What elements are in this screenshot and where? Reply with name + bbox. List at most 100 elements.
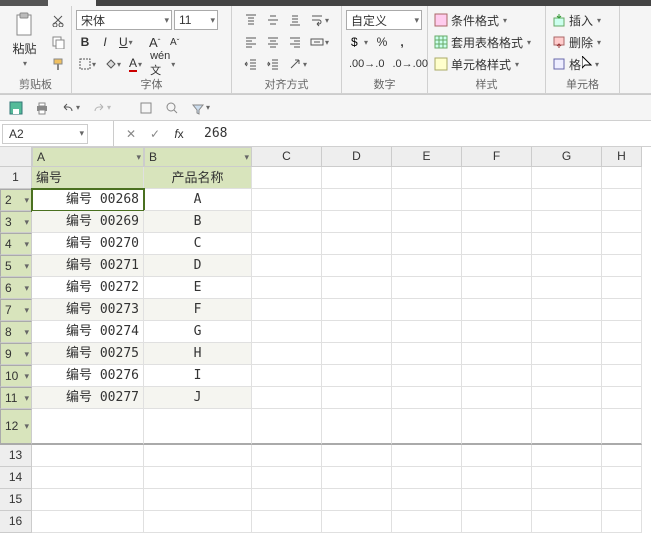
row-header[interactable]: 14 — [0, 467, 32, 489]
cell[interactable] — [322, 409, 392, 445]
cell[interactable]: 编号 00268 — [32, 189, 144, 211]
row-header[interactable]: 13 — [0, 445, 32, 467]
font-name-select[interactable]: 宋体 — [76, 10, 172, 30]
cell[interactable] — [532, 233, 602, 255]
cell[interactable] — [532, 365, 602, 387]
cell[interactable] — [602, 167, 642, 189]
increase-indent-button[interactable] — [263, 54, 283, 74]
cell[interactable] — [252, 467, 322, 489]
cell[interactable] — [532, 511, 602, 533]
cell[interactable] — [602, 255, 642, 277]
cell[interactable] — [392, 189, 462, 211]
cell[interactable]: A — [144, 189, 252, 211]
cell[interactable] — [462, 167, 532, 189]
cell[interactable] — [602, 189, 642, 211]
cell[interactable] — [462, 233, 532, 255]
cell[interactable] — [462, 277, 532, 299]
cell[interactable]: 编号 00274 — [32, 321, 144, 343]
cell[interactable] — [532, 211, 602, 233]
row-header[interactable]: 7 — [0, 299, 32, 321]
cell[interactable] — [462, 489, 532, 511]
cell[interactable] — [532, 277, 602, 299]
insert-cells-button[interactable]: 插入▾ — [550, 10, 603, 30]
cell[interactable]: D — [144, 255, 252, 277]
cell[interactable] — [392, 211, 462, 233]
cell[interactable] — [322, 277, 392, 299]
cell[interactable] — [602, 299, 642, 321]
cell[interactable] — [144, 409, 252, 445]
cell[interactable] — [532, 167, 602, 189]
comma-button[interactable]: , — [393, 32, 411, 52]
cell[interactable] — [392, 321, 462, 343]
cell[interactable] — [392, 299, 462, 321]
cell[interactable] — [462, 211, 532, 233]
cell[interactable] — [532, 321, 602, 343]
cell[interactable]: 编号 00276 — [32, 365, 144, 387]
cell[interactable]: C — [144, 233, 252, 255]
cell[interactable]: 编号 — [32, 167, 144, 189]
cell[interactable] — [32, 489, 144, 511]
redo-button[interactable]: ▾ — [89, 98, 114, 118]
bold-button[interactable]: B — [76, 32, 94, 52]
cell[interactable] — [322, 255, 392, 277]
cell[interactable]: B — [144, 211, 252, 233]
cell[interactable] — [392, 445, 462, 467]
row-header[interactable]: 5 — [0, 255, 32, 277]
align-right-button[interactable] — [285, 32, 305, 52]
name-box[interactable]: A2 — [2, 124, 88, 144]
cell[interactable] — [322, 489, 392, 511]
cell[interactable] — [392, 365, 462, 387]
cell[interactable] — [392, 233, 462, 255]
decrease-indent-button[interactable] — [241, 54, 261, 74]
cell[interactable] — [602, 467, 642, 489]
cell[interactable] — [144, 489, 252, 511]
qat-btn-2[interactable] — [162, 98, 182, 118]
cell[interactable] — [462, 255, 532, 277]
cell[interactable] — [322, 343, 392, 365]
print-button[interactable] — [32, 98, 52, 118]
cell[interactable] — [392, 167, 462, 189]
cell[interactable] — [602, 445, 642, 467]
cell[interactable]: 编号 00270 — [32, 233, 144, 255]
row-header[interactable]: 6 — [0, 277, 32, 299]
cell[interactable] — [532, 189, 602, 211]
format-cells-button[interactable]: 格▾ — [550, 54, 601, 74]
cell[interactable] — [322, 233, 392, 255]
paste-button[interactable]: 粘贴▾ — [4, 10, 46, 70]
cell[interactable] — [32, 445, 144, 467]
cell[interactable] — [602, 409, 642, 445]
cut-button[interactable] — [48, 10, 68, 30]
cell[interactable] — [252, 167, 322, 189]
cell[interactable] — [322, 189, 392, 211]
cell[interactable] — [322, 387, 392, 409]
cell[interactable] — [252, 365, 322, 387]
cell[interactable] — [252, 387, 322, 409]
cancel-formula-button[interactable]: ✕ — [120, 124, 142, 144]
cell[interactable] — [322, 511, 392, 533]
cell[interactable]: 编号 00275 — [32, 343, 144, 365]
cell[interactable] — [532, 445, 602, 467]
cell[interactable] — [392, 277, 462, 299]
wrap-text-button[interactable]: ▾ — [307, 10, 332, 30]
row-header[interactable]: 15 — [0, 489, 32, 511]
cell[interactable]: 编号 00272 — [32, 277, 144, 299]
cell[interactable] — [322, 299, 392, 321]
font-size-select[interactable]: 11 — [174, 10, 218, 30]
cell[interactable] — [532, 387, 602, 409]
number-format-select[interactable]: 自定义 — [346, 10, 422, 30]
cell[interactable] — [252, 511, 322, 533]
row-header[interactable]: 9 — [0, 343, 32, 365]
underline-button[interactable]: U▾ — [116, 32, 136, 52]
column-header[interactable]: F — [462, 147, 532, 167]
row-header[interactable]: 11 — [0, 387, 32, 409]
cell[interactable] — [252, 299, 322, 321]
cell[interactable] — [252, 255, 322, 277]
select-all-button[interactable] — [0, 147, 32, 167]
fill-color-button[interactable]: ▾ — [101, 54, 124, 74]
row-header[interactable]: 12 — [0, 409, 32, 445]
column-header[interactable]: D — [322, 147, 392, 167]
undo-button[interactable]: ▾ — [58, 98, 83, 118]
cell[interactable]: 编号 00271 — [32, 255, 144, 277]
cell[interactable] — [322, 167, 392, 189]
cell[interactable] — [462, 409, 532, 445]
